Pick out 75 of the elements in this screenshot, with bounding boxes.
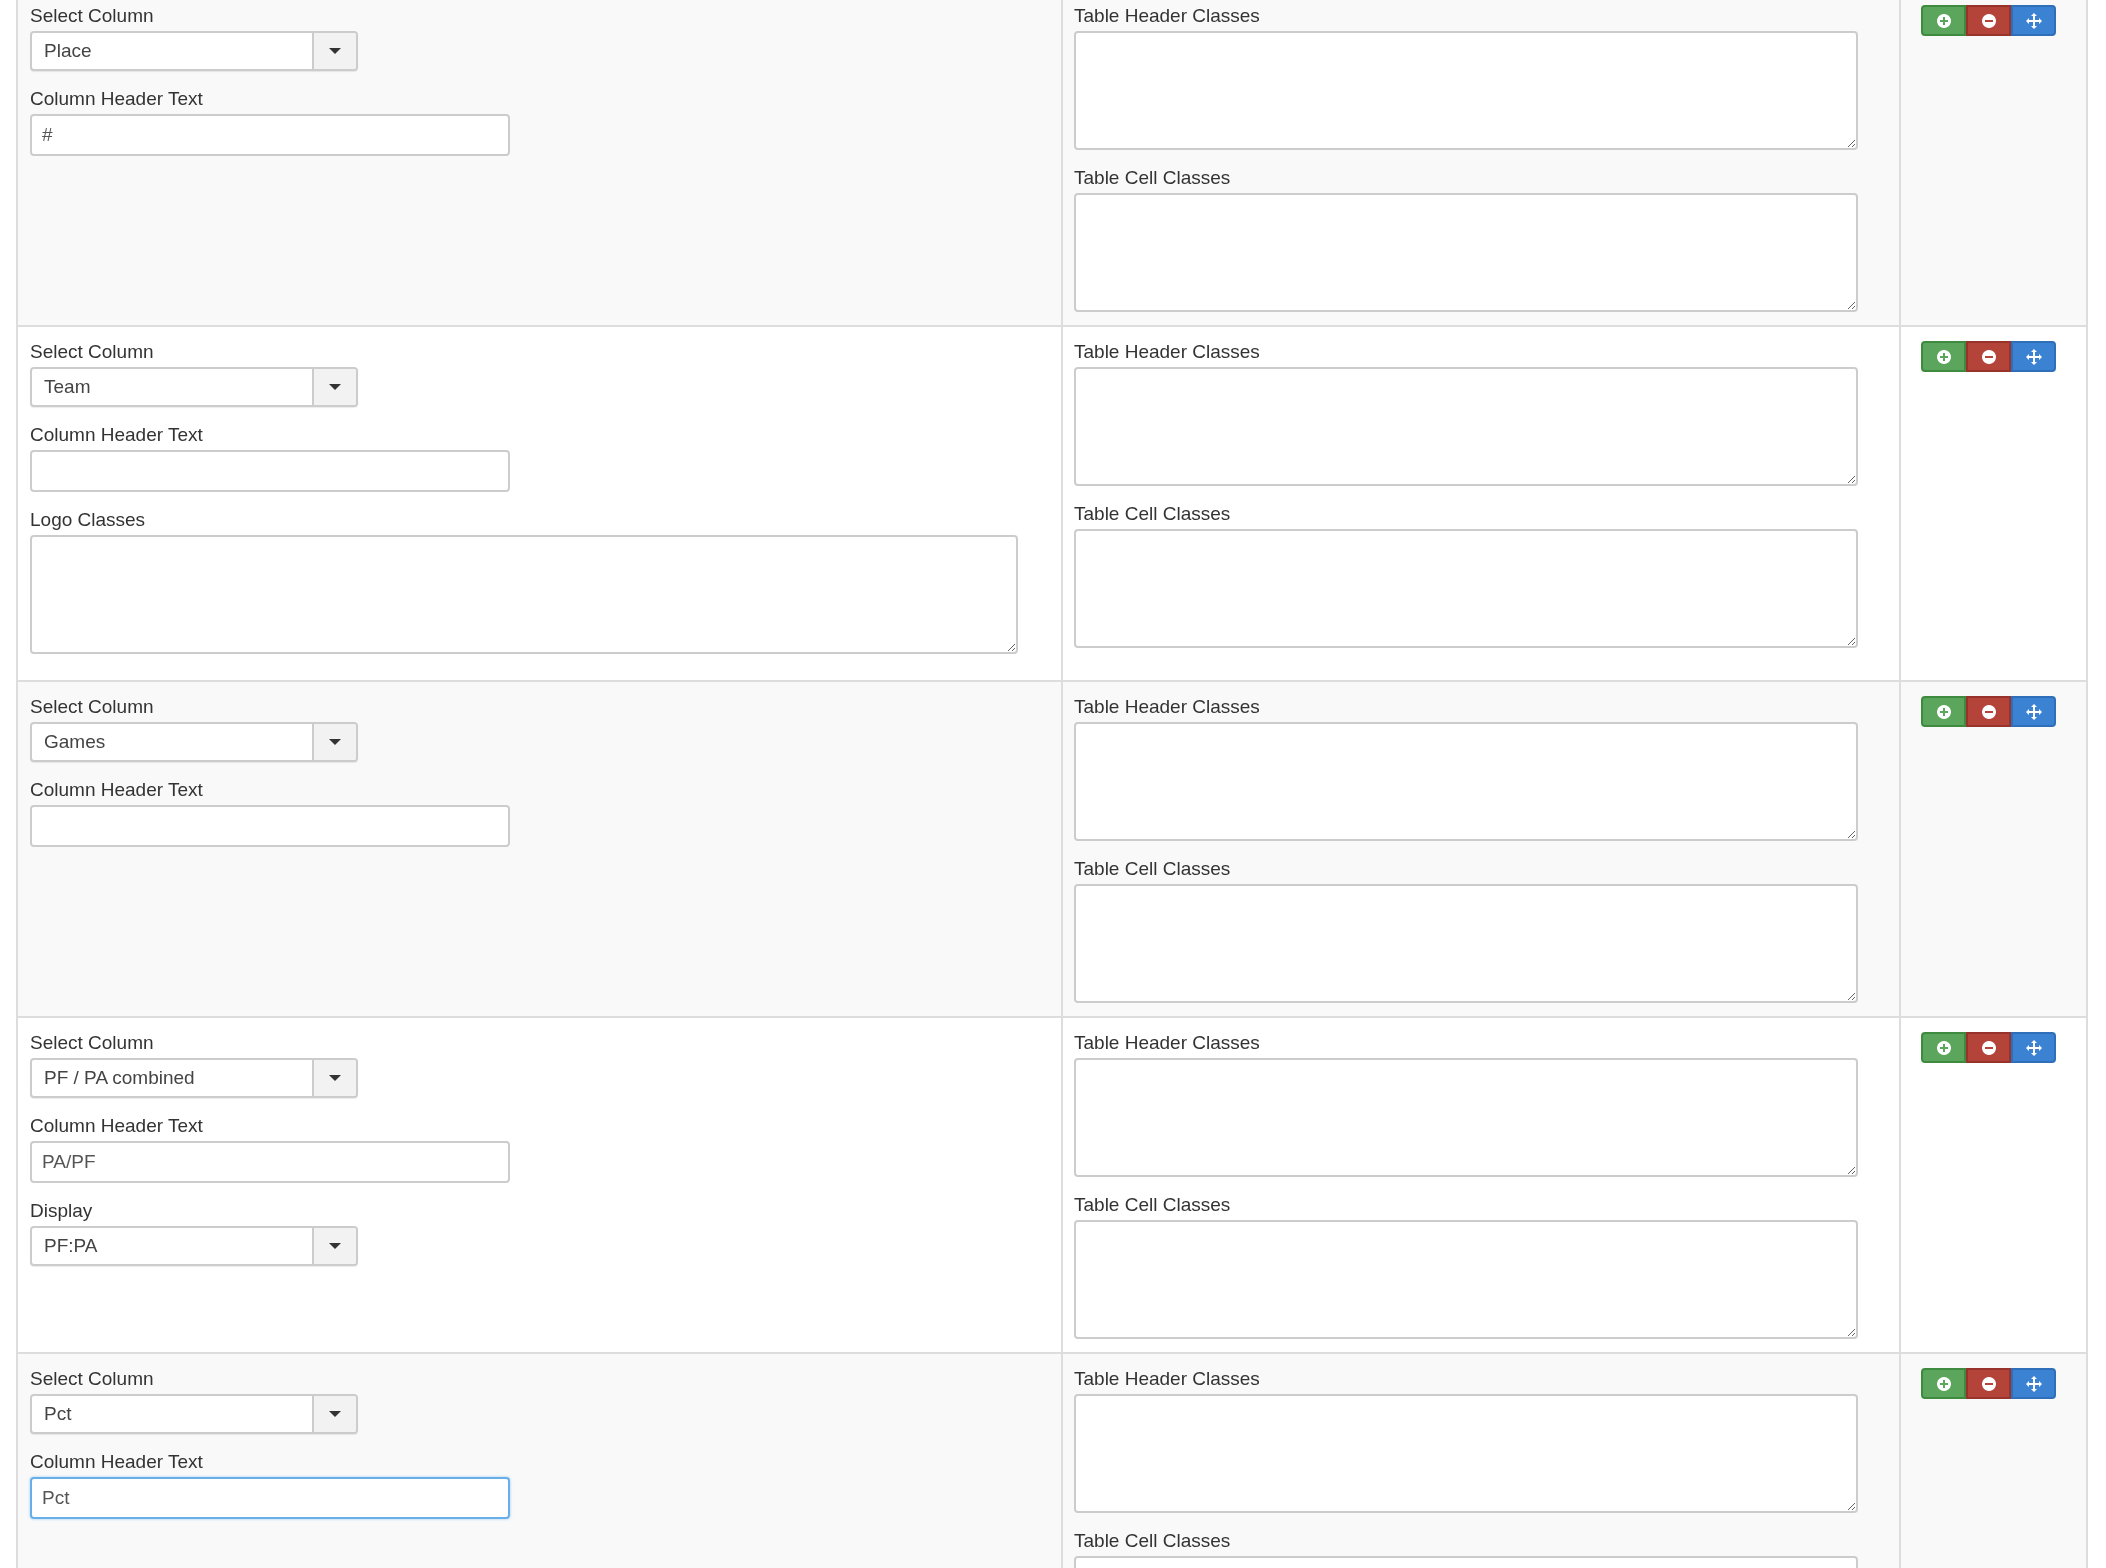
field-label: Select Column	[30, 1368, 155, 1390]
field-label: Select Column	[30, 5, 155, 27]
input-field[interactable]	[30, 450, 510, 492]
caret-icon	[329, 48, 341, 54]
add-button[interactable]	[1921, 696, 1966, 727]
textarea-field[interactable]	[1074, 884, 1858, 1003]
textarea-field[interactable]	[1074, 1220, 1858, 1339]
move-button[interactable]	[2011, 341, 2056, 372]
field-label: Logo Classes	[30, 509, 147, 531]
textarea-field[interactable]	[1074, 722, 1858, 841]
caret-icon	[329, 1411, 341, 1417]
field-label: Table Header Classes	[1074, 1032, 1261, 1054]
add-button[interactable]	[1921, 341, 1966, 372]
select-field[interactable]: PF / PA combined	[30, 1058, 358, 1098]
select-field[interactable]: Pct	[30, 1394, 358, 1434]
textarea-field[interactable]	[1074, 193, 1858, 312]
move-arrows-icon	[2025, 348, 2042, 365]
select-field[interactable]: Games	[30, 722, 358, 762]
textarea-field[interactable]	[1074, 1394, 1858, 1513]
field-label: Table Cell Classes	[1074, 1194, 1232, 1216]
move-button[interactable]	[2011, 696, 2056, 727]
select-field[interactable]: Place	[30, 31, 358, 71]
dropdown-button[interactable]	[312, 1228, 356, 1264]
caret-icon	[329, 739, 341, 745]
input-field[interactable]	[30, 805, 510, 847]
caret-icon	[329, 384, 341, 390]
dropdown-button[interactable]	[312, 1060, 356, 1096]
add-button[interactable]	[1921, 1368, 1966, 1399]
field-label: Column Header Text	[30, 1115, 204, 1137]
dropdown-button[interactable]	[312, 724, 356, 760]
textarea-field[interactable]	[1074, 367, 1858, 486]
select-field[interactable]: PF:PA	[30, 1226, 358, 1266]
field-label: Table Header Classes	[1074, 1368, 1261, 1390]
remove-button[interactable]	[1966, 1368, 2011, 1399]
remove-button[interactable]	[1966, 5, 2011, 36]
caret-icon	[329, 1243, 341, 1249]
field-label: Column Header Text	[30, 88, 204, 110]
field-label: Select Column	[30, 341, 155, 363]
field-label: Select Column	[30, 1032, 155, 1054]
dropdown-button[interactable]	[312, 33, 356, 69]
move-arrows-icon	[2025, 703, 2042, 720]
caret-icon	[329, 1075, 341, 1081]
field-label: Table Cell Classes	[1074, 503, 1232, 525]
textarea-field[interactable]	[1074, 529, 1858, 648]
field-label: Display	[30, 1200, 94, 1222]
textarea-field[interactable]	[1074, 1058, 1858, 1177]
move-button[interactable]	[2011, 5, 2056, 36]
move-arrows-icon	[2025, 1039, 2042, 1056]
move-button[interactable]	[2011, 1032, 2056, 1063]
move-arrows-icon	[2025, 1375, 2042, 1392]
field-label: Column Header Text	[30, 424, 204, 446]
field-label: Column Header Text	[30, 1451, 204, 1473]
add-button[interactable]	[1921, 5, 1966, 36]
field-label: Table Cell Classes	[1074, 1530, 1232, 1552]
select-field[interactable]: Team	[30, 367, 358, 407]
field-label: Column Header Text	[30, 779, 204, 801]
field-label: Table Header Classes	[1074, 5, 1261, 27]
field-label: Table Cell Classes	[1074, 858, 1232, 880]
dropdown-button[interactable]	[312, 369, 356, 405]
remove-button[interactable]	[1966, 1032, 2011, 1063]
textarea-field[interactable]	[1074, 31, 1858, 150]
input-field[interactable]: #	[30, 114, 510, 156]
field-label: Table Header Classes	[1074, 696, 1261, 718]
input-field[interactable]: PA/PF	[30, 1141, 510, 1183]
field-label: Select Column	[30, 696, 155, 718]
add-button[interactable]	[1921, 1032, 1966, 1063]
move-arrows-icon	[2025, 12, 2042, 29]
move-button[interactable]	[2011, 1368, 2056, 1399]
dropdown-button[interactable]	[312, 1396, 356, 1432]
textarea-field[interactable]	[30, 535, 1018, 654]
remove-button[interactable]	[1966, 341, 2011, 372]
remove-button[interactable]	[1966, 696, 2011, 727]
input-field[interactable]: Pct	[30, 1477, 510, 1519]
field-label: Table Cell Classes	[1074, 167, 1232, 189]
field-label: Table Header Classes	[1074, 341, 1261, 363]
